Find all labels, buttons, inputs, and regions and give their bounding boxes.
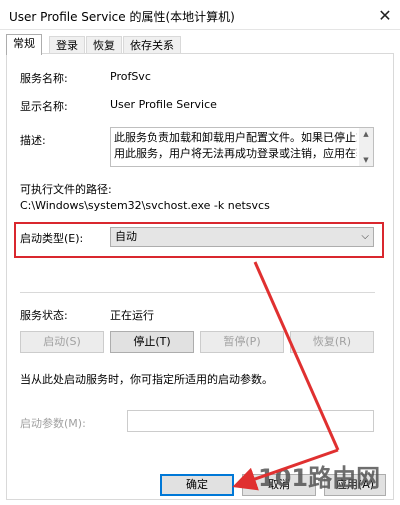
- start-button[interactable]: 启动(S): [20, 331, 104, 353]
- watermark-text: 101路由网: [258, 464, 381, 492]
- start-params-label: 启动参数(M):: [20, 417, 86, 430]
- chevron-down-icon: ⌵: [361, 231, 369, 242]
- display-name-label: 显示名称:: [20, 100, 68, 113]
- start-params-input[interactable]: [127, 410, 374, 432]
- tab-logon[interactable]: 登录: [49, 36, 85, 54]
- resume-button[interactable]: 恢复(R): [290, 331, 374, 353]
- display-name-value: User Profile Service: [110, 98, 217, 111]
- service-status-label: 服务状态:: [20, 309, 68, 322]
- service-status-value: 正在运行: [110, 309, 154, 322]
- service-name-label: 服务名称:: [20, 72, 68, 85]
- startup-type-select[interactable]: 自动 ⌵: [110, 227, 374, 247]
- description-line: 此服务负责加载和卸载用户配置文件。如果已停止或禁: [114, 131, 357, 144]
- start-params-hint: 当从此处启动服务时，你可指定所适用的启动参数。: [20, 373, 273, 386]
- section-divider: [20, 292, 375, 293]
- description-scrollbar[interactable]: ▲ ▼: [359, 128, 373, 166]
- service-name-value: ProfSvc: [110, 70, 151, 83]
- startup-type-label: 启动类型(E):: [20, 232, 84, 245]
- scroll-down-icon[interactable]: ▼: [359, 154, 373, 166]
- description-label: 描述:: [20, 134, 46, 147]
- description-line: 用此服务，用户将无法再成功登录或注销，应用在获取: [114, 147, 357, 160]
- tab-recovery[interactable]: 恢复: [86, 36, 122, 54]
- startup-type-value: 自动: [115, 230, 137, 243]
- tab-general[interactable]: 常规: [6, 34, 42, 55]
- tab-dependencies[interactable]: 依存关系: [123, 36, 181, 54]
- pause-button[interactable]: 暂停(P): [200, 331, 284, 353]
- scroll-up-icon[interactable]: ▲: [359, 128, 373, 140]
- tab-panel-general: [6, 53, 394, 500]
- window-title: User Profile Service 的属性(本地计算机): [9, 10, 235, 24]
- tab-strip: 常规 登录 恢复 依存关系: [6, 34, 394, 55]
- title-bar: User Profile Service 的属性(本地计算机) ✕: [0, 0, 400, 30]
- exe-path-label: 可执行文件的路径:: [20, 183, 112, 196]
- stop-button[interactable]: 停止(T): [110, 331, 194, 353]
- close-icon[interactable]: ✕: [370, 0, 400, 30]
- ok-button[interactable]: 确定: [160, 474, 234, 496]
- exe-path-value: C:\Windows\system32\svchost.exe -k netsv…: [20, 199, 270, 212]
- description-textbox[interactable]: 此服务负责加载和卸载用户配置文件。如果已停止或禁 用此服务，用户将无法再成功登录…: [110, 127, 374, 167]
